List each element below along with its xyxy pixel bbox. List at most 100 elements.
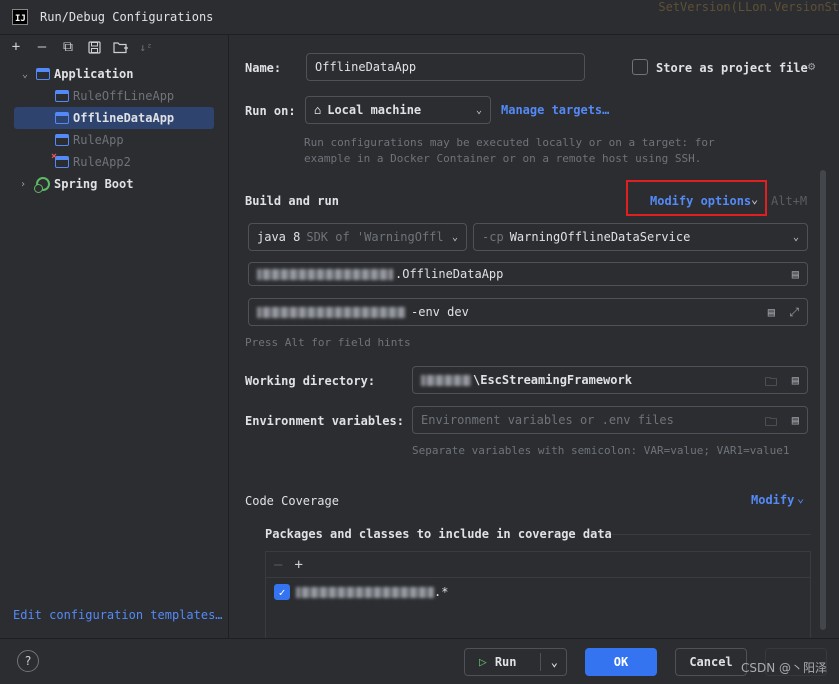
application-config-icon (55, 112, 69, 124)
title-bar: IJ Run/Debug Configurations SetVersion(L… (0, 0, 839, 35)
coverage-packages-list: — + ✓ .* (265, 551, 811, 641)
tree-item-label: RuleApp2 (73, 155, 131, 169)
tree-item-label: OfflineDataApp (73, 111, 175, 125)
classpath-prefix: -cp (482, 230, 504, 244)
build-and-run-title: Build and run (245, 194, 339, 208)
expand-icon[interactable]: ⤢ (789, 305, 799, 320)
ok-button[interactable]: OK (585, 648, 657, 676)
tree-item-ruleofflineapp[interactable]: RuleOffLineApp (0, 85, 228, 107)
redacted-package (257, 268, 393, 280)
jdk-dropdown[interactable]: java 8 SDK of 'WarningOffl ⌄ (248, 223, 467, 251)
working-directory-value: \EscStreamingFramework (473, 373, 632, 387)
add-icon[interactable]: + (294, 557, 302, 573)
minus-icon[interactable]: — (274, 557, 282, 573)
document-icon[interactable]: ▤ (792, 373, 799, 387)
plus-icon[interactable]: + (6, 37, 26, 57)
configurations-sidebar: + — ⧉ ↓ᶻ ⌄ Application RuleOffLineApp Of… (0, 35, 229, 638)
store-as-project-file-checkbox[interactable] (632, 59, 648, 75)
tree-item-ruleapp2[interactable]: RuleApp2 (0, 151, 228, 173)
copy-icon[interactable]: ⧉ (58, 37, 78, 57)
environment-variables-hint: Separate variables with semicolon: VAR=v… (412, 444, 790, 457)
run-on-hint-line2: example in a Docker Container or on a re… (304, 152, 702, 165)
coverage-toolbar: — + (266, 552, 810, 578)
document-icon[interactable]: ▤ (792, 413, 799, 427)
minus-icon[interactable]: — (32, 37, 52, 57)
form-scrollbar[interactable] (820, 170, 826, 630)
code-coverage-title: Code Coverage (245, 494, 339, 508)
program-arguments-field[interactable]: -env dev ▤ ⤢ (248, 298, 808, 326)
help-button[interactable]: ? (17, 650, 39, 672)
coverage-item-value: .* (434, 585, 449, 599)
annotation-highlight-box (626, 180, 767, 216)
play-icon: ▷ (479, 654, 487, 670)
run-on-hint-line1: Run configurations may be executed local… (304, 136, 715, 149)
tree-node-spring-boot[interactable]: › Spring Boot (0, 173, 228, 195)
run-button[interactable]: ▷ Run ⌄ (464, 648, 567, 676)
environment-variables-label: Environment variables: (245, 414, 404, 428)
coverage-list-item[interactable]: ✓ .* (266, 578, 810, 606)
application-config-icon (55, 134, 69, 146)
section-divider (611, 534, 811, 535)
tree-item-label: RuleOffLineApp (73, 89, 175, 103)
application-config-error-icon (51, 151, 69, 168)
folder-icon[interactable]: 🗀 (765, 373, 777, 393)
run-dropdown-divider (540, 653, 541, 671)
chevron-down-icon[interactable]: ⌄ (551, 655, 558, 669)
csdn-watermark: CSDN @丶阳泽 (740, 661, 827, 675)
name-input-value: OfflineDataApp (315, 60, 417, 74)
name-input[interactable]: OfflineDataApp (306, 53, 585, 81)
tree-label-spring-boot: Spring Boot (54, 177, 134, 191)
gear-icon[interactable]: ⚙ (808, 59, 815, 73)
chevron-down-icon: ⌄ (451, 231, 458, 243)
tree-item-ruleapp[interactable]: RuleApp (0, 129, 228, 151)
intellij-app-icon: IJ (12, 9, 28, 25)
document-icon[interactable]: ▤ (768, 305, 775, 319)
store-as-project-file-label: Store as project file (656, 61, 808, 75)
background-code-snippet: SetVersion(LLon.VersionSt (658, 0, 839, 14)
environment-variables-placeholder: Environment variables or .env files (421, 413, 674, 427)
redacted-package (296, 587, 434, 598)
coverage-item-checkbox[interactable]: ✓ (274, 584, 290, 600)
redacted-arguments (257, 306, 405, 318)
dialog-button-bar: ? ▷ Run ⌄ OK Cancel CSDN @丶阳泽 (0, 638, 839, 684)
modify-options-shortcut: Alt+M (771, 194, 808, 208)
main-class-field[interactable]: .OfflineDataApp ▤ (248, 262, 808, 286)
coverage-modify-link[interactable]: Modify (751, 493, 794, 507)
document-icon[interactable]: ▤ (792, 267, 799, 281)
tree-node-application[interactable]: ⌄ Application (0, 63, 228, 85)
coverage-packages-title: Packages and classes to include in cover… (265, 527, 612, 541)
save-icon[interactable] (84, 37, 104, 57)
working-directory-label: Working directory: (245, 374, 376, 388)
redacted-path (421, 374, 471, 386)
application-config-icon (55, 90, 69, 102)
classpath-value: WarningOfflineDataService (509, 230, 691, 244)
tree-item-offlinedataapp[interactable]: OfflineDataApp (14, 107, 214, 129)
run-on-dropdown[interactable]: ⌂ Local machine ⌄ (305, 96, 491, 124)
chevron-down-icon: ⌄ (475, 104, 482, 116)
field-hints-text: Press Alt for field hints (245, 336, 411, 349)
cancel-button[interactable]: Cancel (675, 648, 747, 676)
jdk-hint: SDK of 'WarningOffl (306, 230, 444, 244)
tree-label-application: Application (54, 67, 134, 81)
run-on-value: Local machine (327, 103, 422, 117)
tree-item-label: RuleApp (73, 133, 124, 147)
chevron-down-icon[interactable]: ⌄ (18, 69, 32, 80)
program-arguments-value: -env dev (411, 305, 469, 319)
spring-boot-icon (34, 177, 50, 193)
configurations-tree: ⌄ Application RuleOffLineApp OfflineData… (0, 63, 228, 195)
sidebar-toolbar: + — ⧉ ↓ᶻ (0, 35, 228, 59)
run-on-label: Run on: (245, 104, 296, 118)
name-label: Name: (245, 61, 282, 75)
sort-icon[interactable]: ↓ᶻ (136, 37, 156, 57)
window-title: Run/Debug Configurations (40, 10, 214, 24)
chevron-right-icon[interactable]: › (16, 179, 30, 190)
environment-variables-field[interactable]: Environment variables or .env files 🗀 ▤ (412, 406, 808, 434)
folder-icon[interactable]: 🗀 (765, 413, 777, 433)
chevron-down-icon: ⌄ (792, 231, 799, 243)
folder-add-icon[interactable] (110, 37, 130, 57)
manage-targets-link[interactable]: Manage targets… (501, 103, 609, 117)
home-icon: ⌂ (314, 103, 322, 117)
edit-templates-link[interactable]: Edit configuration templates… (13, 608, 223, 622)
working-directory-field[interactable]: \EscStreamingFramework 🗀 ▤ (412, 366, 808, 394)
classpath-dropdown[interactable]: -cp WarningOfflineDataService ⌄ (473, 223, 808, 251)
